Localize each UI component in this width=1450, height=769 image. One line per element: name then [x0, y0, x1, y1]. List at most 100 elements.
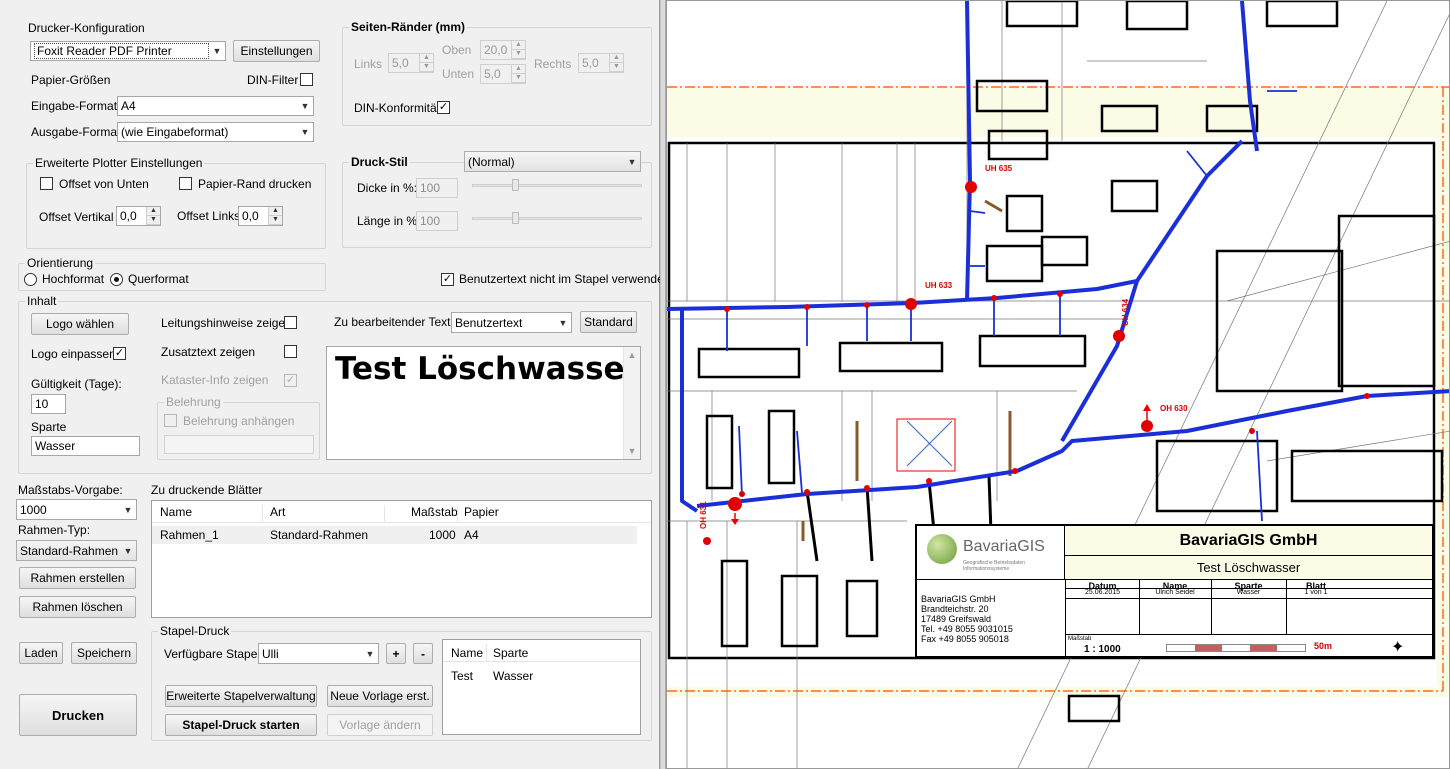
division-input[interactable]: Wasser: [31, 436, 140, 456]
column-header[interactable]: Name: [160, 505, 192, 519]
spin-up-icon[interactable]: ▲: [147, 207, 160, 216]
scale-preset-label: Maßstabs-Vorgabe:: [18, 483, 123, 497]
address-line: Fax +49 8055 905018: [921, 634, 1009, 644]
advanced-batch-button[interactable]: Erweiterte Stapelverwaltung: [165, 685, 317, 707]
offset-left-value: 0,0: [242, 209, 259, 223]
print-style-select[interactable]: (Normal) ▼: [464, 151, 641, 172]
fit-logo-checkbox[interactable]: ✓: [113, 347, 126, 360]
scale-preset-select[interactable]: 1000 ▼: [16, 499, 137, 520]
batch-print-title: Stapel-Druck: [158, 624, 232, 638]
margin-left-stepper[interactable]: 5,0 ▲ ▼: [388, 53, 434, 73]
column-header[interactable]: Sparte: [493, 646, 528, 660]
title-logo-cell: BavariaGIS Geografische Betriebsdaten In…: [917, 526, 1065, 580]
output-format-select[interactable]: (wie Eingabeformat) ▼: [117, 122, 314, 142]
load-button[interactable]: Laden: [19, 642, 63, 664]
scroll-up-icon[interactable]: ▲: [624, 347, 640, 363]
thickness-input[interactable]: 100: [416, 178, 458, 198]
hydrant-label: OH 630: [1160, 404, 1188, 413]
fit-logo-label: Logo einpassen: [31, 347, 116, 361]
input-format-value: A4: [121, 99, 136, 113]
spin-down-icon[interactable]: ▼: [512, 74, 525, 83]
additional-text-label: Zusatztext zeigen: [161, 345, 256, 359]
margin-bottom-label: Unten: [442, 67, 475, 81]
save-button[interactable]: Speichern: [71, 642, 137, 664]
printer-settings-button[interactable]: Einstellungen: [233, 40, 320, 62]
input-format-select[interactable]: A4 ▼: [117, 96, 314, 116]
spin-down-icon[interactable]: ▼: [512, 50, 525, 59]
add-batch-button[interactable]: +: [386, 643, 406, 664]
create-frame-button[interactable]: Rahmen erstellen: [19, 567, 136, 589]
attach-instruction-checkbox[interactable]: [164, 414, 177, 427]
table-row[interactable]: Test Wasser: [443, 667, 640, 685]
spin-up-icon[interactable]: ▲: [512, 65, 525, 74]
sheets-list[interactable]: Name Art Maßstab Papier Rahmen_1 Standar…: [151, 500, 652, 618]
offset-vertical-stepper[interactable]: 0,0 ▲ ▼: [116, 206, 161, 226]
length-input[interactable]: 100: [416, 211, 458, 231]
scroll-down-icon[interactable]: ▼: [624, 443, 640, 459]
print-button[interactable]: Drucken: [19, 694, 137, 736]
din-filter-label: DIN-Filter: [247, 73, 299, 87]
frame-type-select[interactable]: Standard-Rahmen ▼: [16, 540, 137, 561]
landscape-radio[interactable]: [110, 273, 123, 286]
user-text-editor[interactable]: Test Löschwasser ▲ ▼: [326, 346, 641, 460]
length-slider[interactable]: [472, 212, 642, 226]
printer-select[interactable]: Foxit Reader PDF Printer ▼: [30, 41, 226, 61]
scale-bar-label: 50m: [1314, 641, 1333, 651]
cadastre-info-checkbox[interactable]: ✓: [284, 374, 297, 387]
user-text-batch-checkbox[interactable]: ✓: [441, 273, 454, 286]
validity-input[interactable]: 10: [31, 394, 66, 414]
spin-down-icon[interactable]: ▼: [269, 216, 282, 225]
available-batches-select[interactable]: Ulli ▼: [258, 643, 379, 664]
chevron-down-icon: ▼: [123, 545, 133, 556]
hydrant-label: UH 635: [985, 164, 1013, 173]
additional-text-checkbox[interactable]: [284, 345, 297, 358]
batch-list-header: Name Sparte: [443, 640, 640, 662]
slider-thumb[interactable]: [512, 179, 519, 191]
available-batches-value: Ulli: [262, 646, 279, 661]
column-header[interactable]: Art: [270, 505, 285, 519]
text-to-edit-select[interactable]: Benutzertext ▼: [451, 312, 572, 333]
paper-sizes-label: Papier-Größen: [31, 73, 111, 87]
portrait-radio[interactable]: [24, 273, 37, 286]
margin-bottom-stepper[interactable]: 5,0 ▲ ▼: [480, 64, 526, 84]
din-filter-checkbox[interactable]: [300, 73, 313, 86]
line-hints-checkbox[interactable]: [284, 316, 297, 329]
editor-scrollbar[interactable]: ▲ ▼: [623, 347, 640, 459]
offset-left-stepper[interactable]: 0,0 ▲ ▼: [238, 206, 283, 226]
delete-frame-button[interactable]: Rahmen löschen: [19, 596, 136, 618]
slider-thumb[interactable]: [512, 212, 519, 224]
batch-division-cell: Wasser: [493, 669, 534, 683]
paper-border-checkbox[interactable]: [179, 177, 192, 190]
offset-bottom-checkbox[interactable]: [40, 177, 53, 190]
margin-top-stepper[interactable]: 20,0 ▲ ▼: [480, 40, 526, 60]
standard-button[interactable]: Standard: [580, 311, 637, 333]
thickness-slider[interactable]: [472, 179, 642, 193]
start-batch-button[interactable]: Stapel-Druck starten: [165, 714, 317, 736]
map-preview[interactable]: UH 635 UH 633 UH 634 OH 630 OH 631 Bavar…: [666, 0, 1450, 769]
spin-down-icon[interactable]: ▼: [610, 63, 623, 72]
printer-select-value: Foxit Reader PDF Printer: [34, 43, 209, 59]
new-template-button[interactable]: Neue Vorlage erst.: [327, 685, 433, 707]
table-row[interactable]: Rahmen_1 Standard-Rahmen 1000 A4: [152, 526, 637, 544]
din-conformity-checkbox[interactable]: ✓: [437, 101, 450, 114]
spin-up-icon[interactable]: ▲: [420, 54, 433, 63]
print-settings-panel: Drucker-Konfiguration Foxit Reader PDF P…: [0, 0, 670, 769]
instruction-select[interactable]: [164, 435, 314, 454]
change-template-button[interactable]: Vorlage ändern: [327, 714, 433, 736]
spin-down-icon[interactable]: ▼: [420, 63, 433, 72]
spin-up-icon[interactable]: ▲: [610, 54, 623, 63]
column-header[interactable]: Papier: [464, 505, 499, 519]
spin-down-icon[interactable]: ▼: [147, 216, 160, 225]
column-header[interactable]: Name: [451, 646, 483, 660]
remove-batch-button[interactable]: -: [413, 643, 433, 664]
batch-list[interactable]: Name Sparte Test Wasser: [442, 639, 641, 735]
spin-up-icon[interactable]: ▲: [269, 207, 282, 216]
landscape-label: Querformat: [128, 272, 189, 286]
margin-right-label: Rechts: [534, 57, 572, 71]
choose-logo-button[interactable]: Logo wählen: [31, 313, 129, 335]
column-header[interactable]: Maßstab: [411, 505, 458, 519]
margin-right-stepper[interactable]: 5,0 ▲ ▼: [578, 53, 624, 73]
spin-up-icon[interactable]: ▲: [512, 41, 525, 50]
chevron-down-icon: ▼: [300, 101, 310, 111]
frame-type-value: Standard-Rahmen: [20, 543, 119, 558]
